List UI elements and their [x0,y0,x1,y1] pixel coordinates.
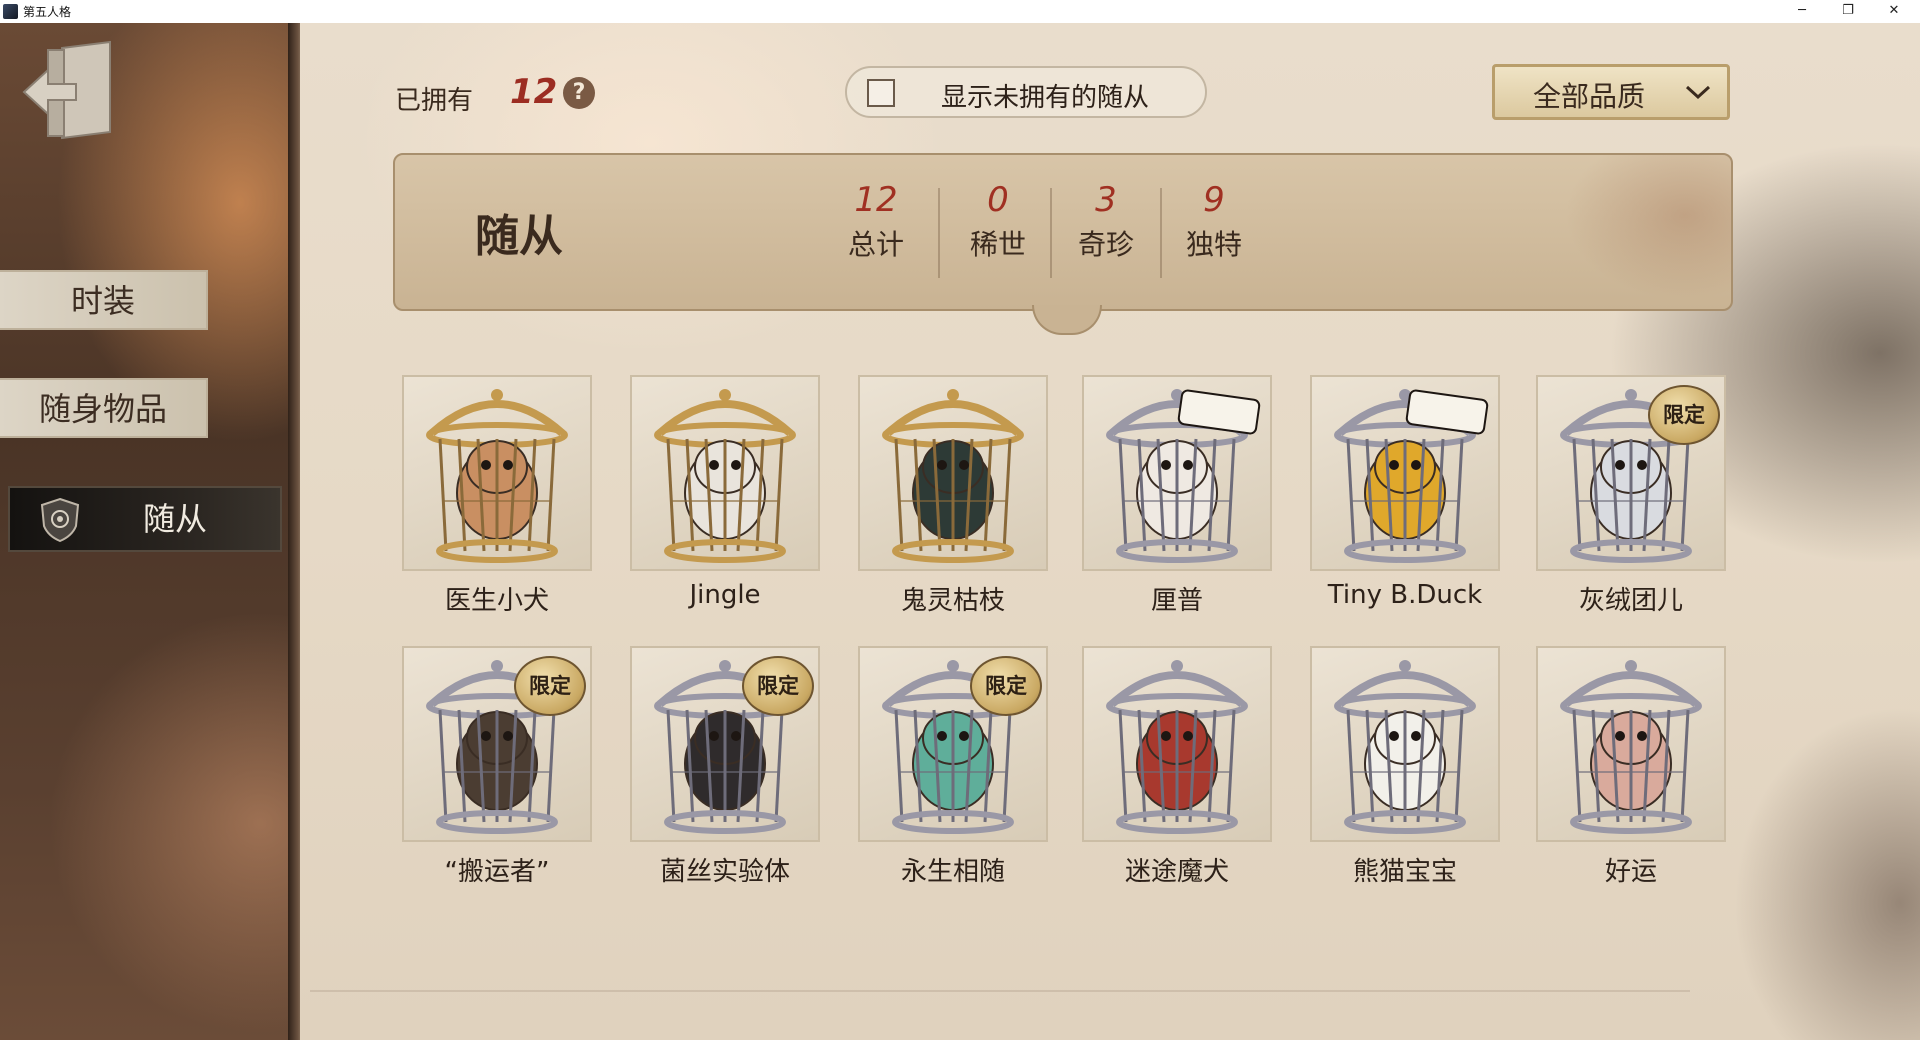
owned-count: 12 [510,72,558,112]
chevron-down-icon [1685,85,1711,100]
companion-name: 熊猫宝宝 [1352,857,1457,887]
exit-door-icon [22,40,111,140]
stat-value: 3 [1095,180,1117,220]
companion-portrait [1106,389,1261,563]
maximize-button[interactable]: ❐ [1826,0,1870,22]
shield-icon [40,497,80,543]
companion-card[interactable]: 限定 [858,646,1048,842]
companion-name: 灰绒团儿 [1578,586,1683,616]
quality-filter-dropdown[interactable]: 全部品质 [1492,64,1730,120]
stat-total: 12 总计 [826,180,926,270]
exit-button[interactable] [22,40,116,140]
stat-value: 9 [1203,180,1225,220]
companion-portrait [1560,660,1702,834]
companion-portrait [654,389,796,563]
companion-card[interactable]: 限定 [630,646,820,842]
stat-divider [938,188,940,278]
limited-badge: 限定 [514,656,586,716]
app-icon [3,4,18,19]
stat-divider [1160,188,1162,278]
companion-name: Jingle [689,580,761,610]
help-icon[interactable]: ? [563,77,595,109]
companion-name: 迷途魔犬 [1124,857,1229,887]
show-unowned-toggle[interactable]: 显示未拥有的随从 [845,66,1207,118]
sidebar-item-label: 时装 [70,282,135,320]
stat-label: 独特 [1185,228,1242,261]
stat-label: 总计 [847,228,904,261]
sidebar-item-accessories[interactable]: 随身物品 [0,378,208,438]
stat-label: 稀世 [969,228,1026,261]
companion-card[interactable] [1082,375,1272,571]
show-unowned-checkbox[interactable] [867,79,895,107]
companion-name: Tiny B.Duck [1327,580,1483,610]
companion-card[interactable] [1082,646,1272,842]
companion-card[interactable] [1310,646,1500,842]
stat-value: 12 [854,180,898,220]
companion-name: 鬼灵枯枝 [900,586,1005,616]
stat-rare: 0 稀世 [948,180,1048,270]
companion-card[interactable] [1536,646,1726,842]
companion-name: 永生相随 [900,857,1005,887]
companion-name: 菌丝实验体 [659,857,790,887]
companion-name: 好运 [1604,857,1657,887]
companion-card[interactable]: 限定 [402,646,592,842]
stat-label: 奇珍 [1077,228,1134,261]
companion-card[interactable]: 限定 [1536,375,1726,571]
stat-value: 0 [987,180,1009,220]
window-title-bar: 第五人格 ─ ❐ ✕ [0,0,1920,24]
quality-filter-value: 全部品质 [1533,80,1646,113]
page-title: 随从 [475,211,563,262]
bottom-divider [310,990,1690,992]
sidebar-item-label: 随从 [142,500,207,538]
companion-card[interactable] [402,375,592,571]
companion-portrait [882,389,1024,563]
show-unowned-label: 显示未拥有的随从 [941,83,1150,113]
limited-badge: 限定 [970,656,1042,716]
companion-portrait [1334,660,1476,834]
sidebar-item-companions[interactable]: 随从 [8,486,282,552]
stat-unique: 9 独特 [1164,180,1264,270]
window-title: 第五人格 [23,5,72,19]
close-window-button[interactable]: ✕ [1872,0,1916,22]
limited-badge: 限定 [742,656,814,716]
stat-exotic: 3 奇珍 [1056,180,1156,270]
owned-label: 已拥有 [395,86,474,116]
companion-portrait [1106,660,1248,834]
companion-card[interactable] [858,375,1048,571]
companion-card[interactable] [1310,375,1500,571]
minimize-button[interactable]: ─ [1780,0,1824,22]
companion-name: “搬运者” [444,857,550,887]
companion-name: 厘普 [1150,586,1203,616]
sidebar-item-fashion[interactable]: 时装 [0,270,208,330]
companion-portrait [1334,389,1489,563]
sidebar-item-label: 随身物品 [38,390,167,428]
limited-badge: 限定 [1648,385,1720,445]
companion-portrait [426,389,568,563]
companion-name: 医生小犬 [444,586,549,616]
stat-divider [1050,188,1052,278]
companion-card[interactable] [630,375,820,571]
